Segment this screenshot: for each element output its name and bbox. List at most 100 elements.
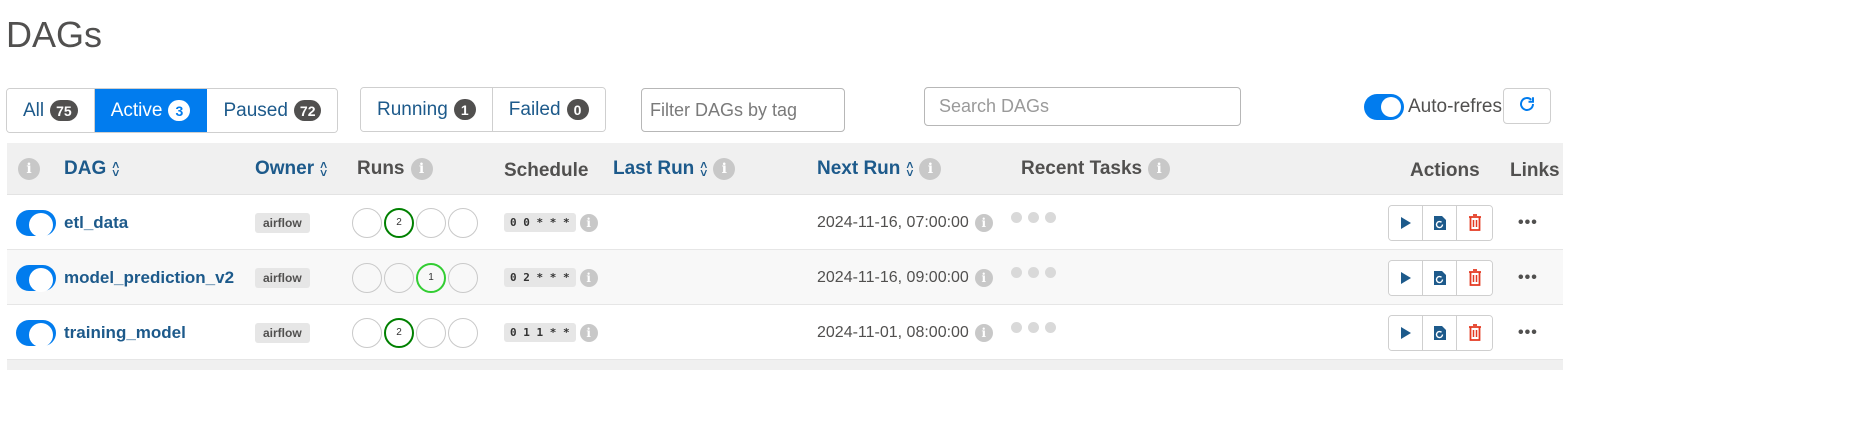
trigger-dag-button[interactable]: [1389, 315, 1423, 350]
dag-link[interactable]: training_model: [64, 323, 186, 343]
refresh-button[interactable]: [1503, 88, 1551, 124]
filter-paused-button[interactable]: Paused 72: [207, 89, 338, 132]
filter-running-button[interactable]: Running 1: [361, 88, 493, 131]
more-icon[interactable]: •••: [1518, 269, 1538, 287]
run-circle-failed[interactable]: [448, 317, 478, 348]
trash-icon: [1468, 214, 1481, 231]
dag-pause-toggle[interactable]: [16, 264, 56, 292]
filter-paused-count: 72: [293, 100, 322, 121]
clear-icon: [1433, 270, 1446, 285]
header-next-run[interactable]: Next Run ˄ ˅ i: [817, 143, 942, 195]
header-schedule: Schedule: [504, 145, 588, 197]
table-row: training_model airflow 2 0 1 1 * * i 202…: [7, 305, 1563, 360]
task-state-dot[interactable]: [1045, 267, 1056, 278]
clear-dag-button[interactable]: [1423, 260, 1457, 295]
action-group: [1388, 314, 1493, 351]
task-state-dot[interactable]: [1011, 267, 1022, 278]
header-dag[interactable]: DAG ˄ ˅: [64, 143, 119, 195]
info-icon[interactable]: i: [1148, 158, 1171, 180]
run-circle-success[interactable]: 2: [384, 317, 414, 348]
info-icon[interactable]: i: [18, 158, 40, 180]
info-icon[interactable]: i: [919, 158, 942, 180]
task-state-dot[interactable]: [1011, 322, 1022, 333]
run-circle-failed[interactable]: [448, 262, 478, 293]
header-dag-label: DAG: [64, 158, 107, 179]
owner-tag[interactable]: airflow: [255, 212, 310, 233]
filter-all-button[interactable]: All 75: [7, 89, 95, 132]
filter-running-label: Running: [377, 98, 448, 120]
info-icon[interactable]: i: [579, 323, 598, 342]
info-icon[interactable]: i: [974, 268, 993, 287]
filter-failed-button[interactable]: Failed 0: [492, 88, 605, 131]
info-icon[interactable]: i: [579, 213, 598, 232]
owner-tag[interactable]: airflow: [255, 322, 310, 343]
owner-tag[interactable]: airflow: [255, 267, 310, 288]
search-input[interactable]: [924, 87, 1241, 126]
task-state-dot[interactable]: [1045, 212, 1056, 223]
schedule-tag[interactable]: 0 1 1 * *: [504, 323, 576, 342]
info-icon[interactable]: i: [974, 323, 993, 342]
header-runs: Runs i: [357, 143, 433, 195]
run-circle-running[interactable]: [416, 317, 446, 348]
task-state-dot[interactable]: [1028, 212, 1039, 223]
dag-pause-toggle[interactable]: [16, 209, 56, 237]
run-circle-queued[interactable]: [352, 317, 382, 348]
info-icon[interactable]: i: [713, 158, 736, 180]
task-state-dot[interactable]: [1045, 322, 1056, 333]
schedule-tag[interactable]: 0 2 * * *: [504, 268, 576, 287]
dags-table: i DAG ˄ ˅ Owner ˄ ˅ Runs i Schedule Last R…: [7, 143, 1563, 370]
delete-dag-button[interactable]: [1457, 260, 1492, 295]
header-recent-tasks: Recent Tasks i: [1021, 143, 1171, 195]
header-next-run-label: Next Run: [817, 158, 901, 179]
header-owner[interactable]: Owner ˄ ˅: [255, 143, 327, 195]
page-title: DAGs: [6, 14, 103, 55]
filter-all-label: All: [23, 99, 45, 121]
task-state-dot[interactable]: [1028, 322, 1039, 333]
header-owner-label: Owner: [255, 158, 315, 179]
auto-refresh: Auto-refresh: [1364, 94, 1513, 120]
run-circle-failed[interactable]: [448, 207, 478, 238]
clear-dag-button[interactable]: [1423, 315, 1457, 350]
header-info: i: [18, 143, 40, 195]
header-runs-label: Runs: [357, 158, 405, 179]
run-circle-running[interactable]: [416, 207, 446, 238]
schedule-tag[interactable]: 0 0 * * *: [504, 213, 576, 232]
header-schedule-label: Schedule: [504, 160, 589, 181]
run-circle-running[interactable]: 1: [416, 262, 446, 293]
run-state-filter: Running 1 Failed 0: [360, 87, 606, 132]
dag-link[interactable]: model_prediction_v2: [64, 268, 234, 288]
run-circle-success[interactable]: [384, 262, 414, 293]
run-circle-success[interactable]: 2: [384, 207, 414, 238]
run-circle-queued[interactable]: [352, 262, 382, 293]
tag-filter-input[interactable]: [641, 88, 845, 132]
delete-dag-button[interactable]: [1457, 205, 1492, 240]
auto-refresh-toggle[interactable]: [1364, 94, 1404, 120]
header-actions: Actions: [1410, 145, 1480, 197]
filter-paused-label: Paused: [223, 99, 288, 121]
filter-failed-count: 0: [566, 99, 589, 120]
task-state-dot[interactable]: [1028, 267, 1039, 278]
more-icon[interactable]: •••: [1518, 324, 1538, 342]
table-row: model_prediction_v2 airflow 1 0 2 * * * …: [7, 250, 1563, 305]
info-icon[interactable]: i: [974, 213, 993, 232]
action-group: [1388, 204, 1493, 241]
delete-dag-button[interactable]: [1457, 315, 1492, 350]
filter-active-label: Active: [110, 99, 163, 121]
run-circle-queued[interactable]: [352, 207, 382, 238]
task-state-dot[interactable]: [1011, 212, 1022, 223]
more-icon[interactable]: •••: [1518, 214, 1538, 232]
dag-link[interactable]: etl_data: [64, 213, 128, 233]
header-actions-label: Actions: [1410, 160, 1480, 181]
filter-failed-label: Failed: [508, 98, 561, 120]
info-icon[interactable]: i: [410, 158, 433, 180]
trigger-dag-button[interactable]: [1389, 205, 1423, 240]
action-group: [1388, 259, 1493, 296]
info-icon[interactable]: i: [579, 268, 598, 287]
filter-active-button[interactable]: Active 3: [94, 89, 208, 132]
sort-icon: ˄ ˅: [112, 158, 120, 180]
next-run-value: 2024-11-01, 08:00:00: [817, 323, 969, 341]
dag-pause-toggle[interactable]: [16, 319, 56, 347]
trigger-dag-button[interactable]: [1389, 260, 1423, 295]
header-last-run[interactable]: Last Run ˄ ˅ i: [613, 143, 736, 195]
clear-dag-button[interactable]: [1423, 205, 1457, 240]
